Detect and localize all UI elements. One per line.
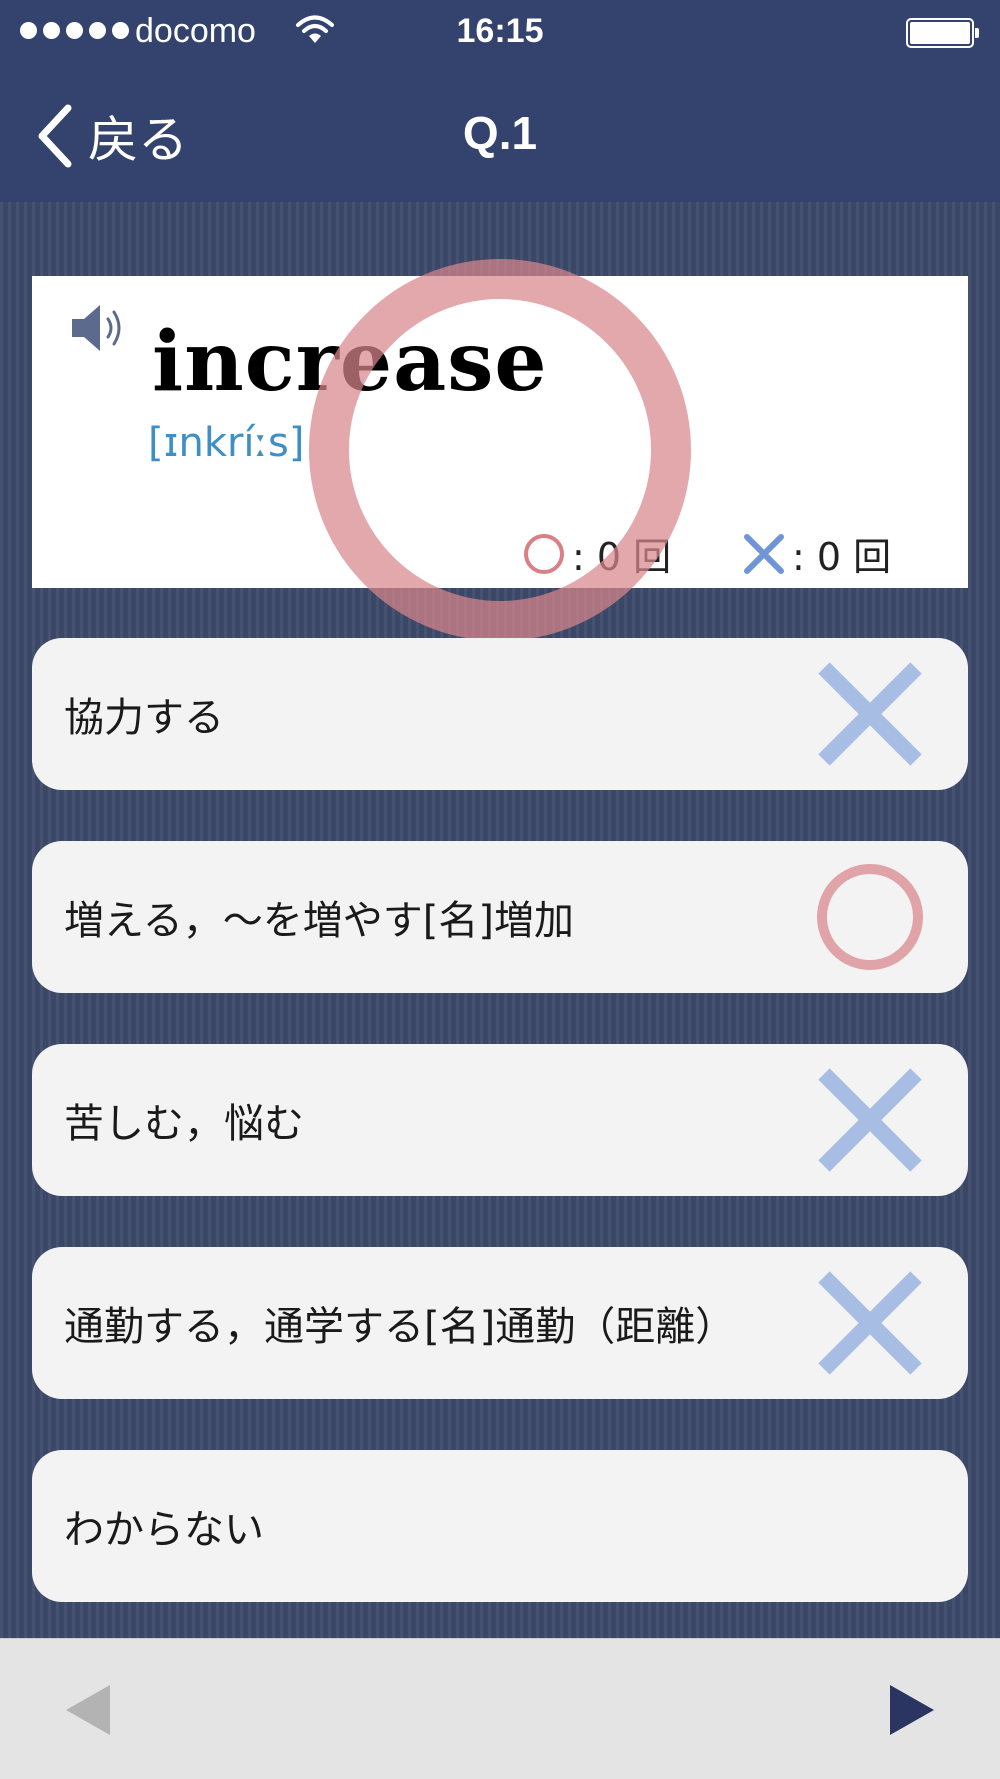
bottom-toolbar bbox=[0, 1638, 1000, 1779]
choice-option-3[interactable]: 苦しむ，悩む bbox=[32, 1044, 968, 1196]
speaker-icon[interactable] bbox=[68, 300, 132, 356]
pronunciation: [ɪnkríːs] bbox=[148, 420, 305, 466]
wrong-count: : 0 回 bbox=[742, 526, 891, 581]
status-bar: docomo 16:15 bbox=[0, 0, 1000, 70]
choice-label: 協力する bbox=[64, 695, 224, 741]
status-time: 16:15 bbox=[456, 12, 544, 50]
choice-option-1[interactable]: 協力する bbox=[32, 638, 968, 790]
cross-mark-icon bbox=[818, 1271, 922, 1375]
correct-count: : 0 回 bbox=[522, 526, 671, 581]
triangle-left-icon[interactable] bbox=[64, 1683, 112, 1737]
choice-option-2[interactable]: 増える，～を増やす[名]増加 bbox=[32, 841, 968, 993]
cross-mark-icon bbox=[818, 662, 922, 766]
correct-count-value: : 0 回 bbox=[572, 535, 672, 579]
circle-mark-icon bbox=[817, 864, 923, 970]
circle-mark-icon bbox=[524, 533, 564, 574]
cross-mark-icon bbox=[744, 533, 784, 574]
page-title: Q.1 bbox=[462, 107, 538, 159]
vocabulary-word: increase bbox=[152, 314, 548, 410]
triangle-right-icon[interactable] bbox=[888, 1683, 936, 1737]
cross-mark-icon bbox=[818, 1068, 922, 1172]
quiz-content: increase [ɪnkríːs] : 0 回 : 0 回 協力する 増える，… bbox=[0, 202, 1000, 1638]
choice-label: わからない bbox=[64, 1507, 264, 1553]
choice-label: 通勤する，通学する[名]通勤（距離） bbox=[64, 1304, 736, 1350]
word-card: increase [ɪnkríːs] : 0 回 : 0 回 bbox=[32, 276, 968, 588]
battery-icon bbox=[906, 18, 979, 48]
wrong-count-value: : 0 回 bbox=[792, 535, 892, 579]
navigation-bar: 戻る Q.1 bbox=[0, 70, 1000, 202]
choice-option-4[interactable]: 通勤する，通学する[名]通勤（距離） bbox=[32, 1247, 968, 1399]
choice-dont-know[interactable]: わからない bbox=[32, 1450, 968, 1602]
choice-label: 苦しむ，悩む bbox=[64, 1101, 304, 1147]
choice-label: 増える，～を増やす[名]増加 bbox=[64, 898, 575, 944]
